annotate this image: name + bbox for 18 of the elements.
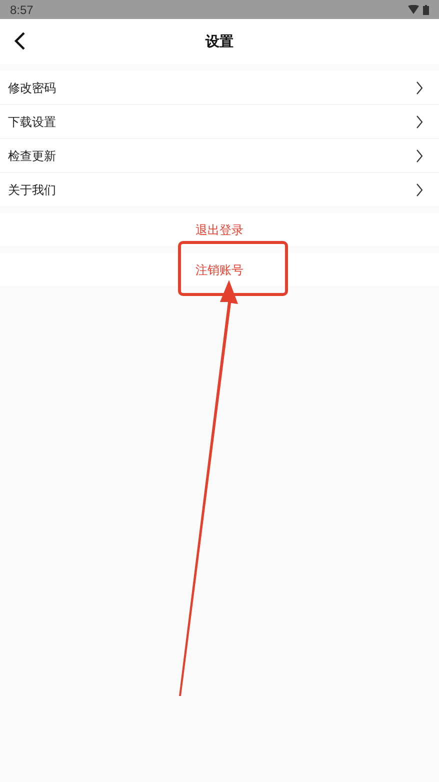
- settings-label: 修改密码: [8, 80, 56, 96]
- settings-row[interactable]: 修改密码: [0, 71, 439, 104]
- settings-row[interactable]: 关于我们: [0, 173, 439, 206]
- settings-label: 下载设置: [8, 114, 56, 130]
- chevron-right-icon: [416, 148, 423, 162]
- settings-row[interactable]: 检查更新: [0, 139, 439, 172]
- status-time: 8:57: [10, 2, 34, 18]
- wifi-icon: [408, 5, 419, 14]
- chevron-right-icon: [416, 114, 423, 128]
- settings-label: 检查更新: [8, 148, 56, 164]
- battery-icon: [423, 4, 429, 14]
- chevron-right-icon: [416, 182, 423, 196]
- account-action-button[interactable]: 注销账号: [188, 260, 252, 278]
- settings-label: 关于我们: [8, 182, 56, 198]
- chevron-right-icon: [416, 80, 423, 94]
- account-action-button[interactable]: 退出登录: [188, 220, 252, 238]
- page-title: 设置: [206, 32, 234, 51]
- settings-row[interactable]: 下载设置: [0, 105, 439, 138]
